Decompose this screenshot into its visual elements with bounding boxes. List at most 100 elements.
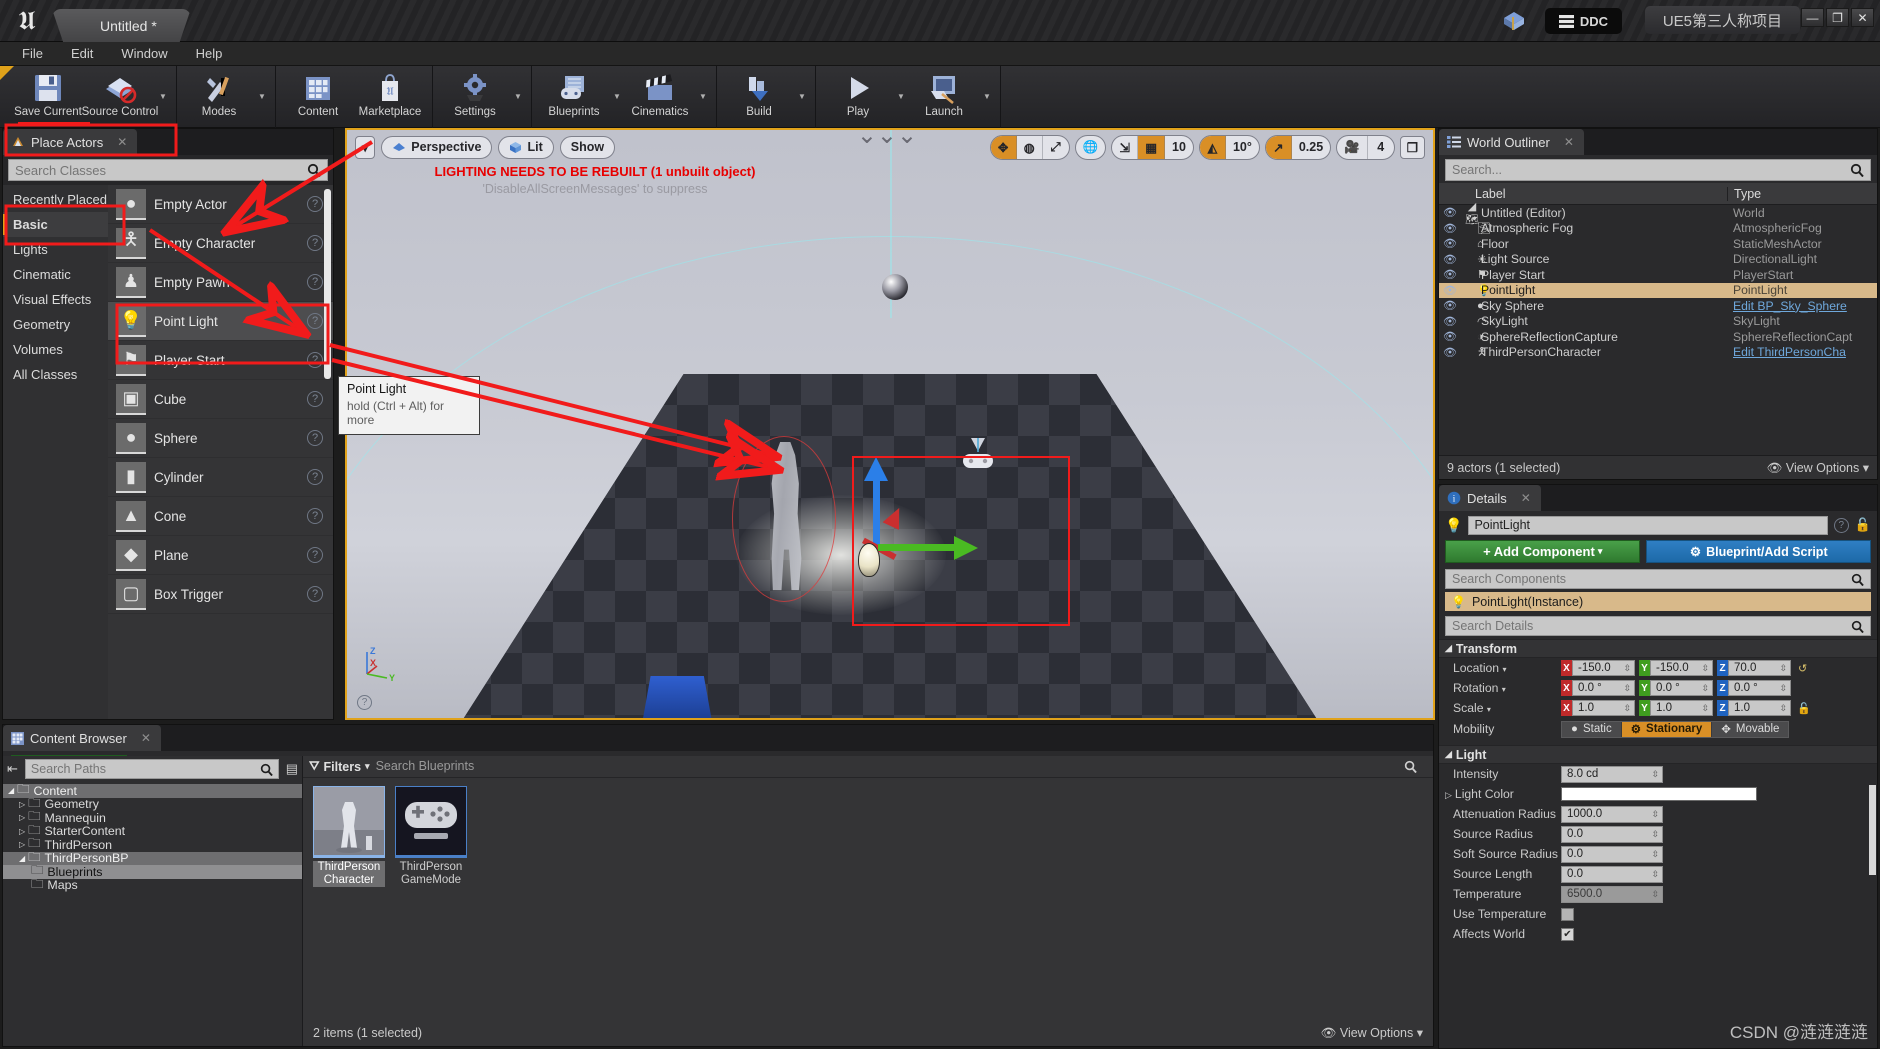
- tree-item-mannequin[interactable]: ▷ 🗀 Mannequin: [3, 809, 302, 825]
- outliner-view-options[interactable]: 👁 View Options ▾: [1766, 460, 1869, 476]
- save-current-button[interactable]: Save Current: [12, 66, 84, 126]
- cinematics-button[interactable]: Cinematics: [624, 66, 696, 126]
- viewport-options-button[interactable]: ▾: [355, 135, 376, 159]
- mobility-stationary-option[interactable]: ⚙ Stationary: [1621, 721, 1713, 737]
- camera-speed-value[interactable]: 4: [1368, 136, 1394, 159]
- tree-item-startercontent[interactable]: ▷ 🗀 StarterContent: [3, 823, 302, 839]
- soft-source-radius-input[interactable]: 0.0 ⇳: [1561, 845, 1663, 863]
- ddc-button[interactable]: DDC: [1544, 8, 1622, 34]
- help-icon[interactable]: ?: [1833, 517, 1849, 533]
- close-icon[interactable]: ✕: [117, 135, 127, 149]
- eye-icon[interactable]: 👁: [1439, 299, 1461, 312]
- outliner-row-floor[interactable]: 👁 ⌂ Floor StaticMeshActor: [1439, 236, 1877, 252]
- eye-icon[interactable]: 👁: [1439, 284, 1461, 297]
- spinner-icon[interactable]: ⇳: [1623, 663, 1631, 674]
- rotation-y-input[interactable]: 0.0 ° ⇳: [1650, 680, 1713, 696]
- maximize-viewport-icon[interactable]: ❐: [1399, 135, 1425, 159]
- help-icon[interactable]: ?: [307, 469, 323, 485]
- tree-options-icon[interactable]: ▤: [286, 761, 298, 777]
- help-icon[interactable]: ?: [307, 235, 323, 251]
- spinner-icon[interactable]: ⇳: [1779, 663, 1787, 674]
- spinner-icon[interactable]: ⇳: [1701, 663, 1709, 674]
- spinner-icon[interactable]: ⇳: [1651, 869, 1659, 880]
- surface-snap-icon[interactable]: ⇲: [1112, 135, 1139, 159]
- rotation-snap-toggle-icon[interactable]: ◭: [1199, 135, 1226, 159]
- tree-item-content[interactable]: ◢ 🗀 Content: [3, 782, 302, 798]
- lock-icon[interactable]: 🔓: [1855, 517, 1871, 533]
- place-actors-scrollbar[interactable]: [324, 189, 331, 379]
- build-button[interactable]: Build: [723, 66, 795, 126]
- location-y-field[interactable]: Y -150.0 ⇳: [1639, 660, 1713, 676]
- list-item[interactable]: ▲ Cone ?: [108, 497, 333, 536]
- temperature-input[interactable]: 6500.0 ⇳: [1561, 885, 1663, 903]
- expand-icon[interactable]: ▷: [19, 840, 25, 849]
- blue-cube-actor[interactable]: [640, 676, 715, 718]
- play-button[interactable]: Play: [822, 66, 894, 126]
- rotation-label[interactable]: Rotation ▾: [1439, 681, 1561, 695]
- outliner-row-fog[interactable]: 👁 🌫 Atmospheric Fog AtmosphericFog: [1439, 221, 1877, 237]
- category-geometry[interactable]: Geometry: [3, 312, 108, 337]
- source-control-button[interactable]: Source Control: [82, 66, 158, 126]
- search-classes-input[interactable]: [15, 162, 307, 178]
- close-button[interactable]: ✕: [1851, 8, 1874, 27]
- scale-y-input[interactable]: 1.0 ⇳: [1650, 700, 1713, 716]
- scale-y-field[interactable]: Y 1.0 ⇳: [1639, 700, 1713, 716]
- spinner-icon[interactable]: ⇳: [1651, 889, 1659, 900]
- rotation-x-input[interactable]: 0.0 ° ⇳: [1572, 680, 1635, 696]
- scale-mode-icon[interactable]: ⤢: [1043, 136, 1069, 159]
- eye-icon[interactable]: 👁: [1439, 206, 1461, 219]
- spinner-icon[interactable]: ⇳: [1701, 703, 1709, 714]
- tree-item-thirdpersonbp[interactable]: ◢ 🗀 ThirdPersonBP: [3, 850, 302, 865]
- add-component-button[interactable]: + Add Component ▾: [1445, 540, 1641, 563]
- spinner-icon[interactable]: ⇳: [1651, 849, 1659, 860]
- viewport-help-icon[interactable]: ?: [357, 695, 372, 710]
- eye-icon[interactable]: 👁: [1439, 253, 1461, 266]
- details-scrollbar[interactable]: [1869, 785, 1876, 875]
- tab-content-browser[interactable]: Content Browser ✕: [3, 725, 161, 751]
- scale-snap-toggle-icon[interactable]: ↗: [1265, 135, 1292, 159]
- outliner-row-skylight[interactable]: 👁 ◠ SkyLight SkyLight: [1439, 314, 1877, 330]
- grid-snap-toggle-icon[interactable]: ▦: [1138, 135, 1166, 159]
- outliner-row-sphere-reflection[interactable]: 👁 ◑ SphereReflectionCapture SphereReflec…: [1439, 329, 1877, 345]
- location-z-field[interactable]: Z 70.0 ⇳: [1717, 660, 1791, 676]
- tab-world-outliner[interactable]: World Outliner ✕: [1439, 129, 1584, 155]
- outliner-search[interactable]: [1445, 159, 1871, 181]
- row-type-link[interactable]: Edit ThirdPersonCha: [1727, 345, 1877, 359]
- category-lights[interactable]: Lights: [3, 237, 108, 262]
- lit-button[interactable]: Lit: [498, 135, 554, 159]
- close-icon[interactable]: ✕: [1564, 135, 1574, 149]
- intensity-input[interactable]: 8.0 cd ⇳: [1561, 765, 1663, 783]
- place-actors-search[interactable]: [8, 159, 328, 181]
- help-icon[interactable]: ?: [307, 391, 323, 407]
- eye-icon[interactable]: 👁: [1439, 315, 1461, 328]
- scale-x-input[interactable]: 1.0 ⇳: [1572, 700, 1635, 716]
- help-icon[interactable]: ?: [307, 313, 323, 329]
- blueprints-button[interactable]: Blueprints: [538, 66, 610, 126]
- list-item[interactable]: 🯅 Empty Character ?: [108, 224, 333, 263]
- spinner-icon[interactable]: ⇳: [1651, 769, 1659, 780]
- list-item[interactable]: ▢ Box Trigger ?: [108, 575, 333, 614]
- search-details[interactable]: [1445, 616, 1871, 636]
- launch-button[interactable]: Launch: [908, 66, 980, 126]
- minimize-button[interactable]: —: [1801, 8, 1824, 27]
- outliner-row-sky-sphere[interactable]: 👁 ● Sky Sphere Edit BP_Sky_Sphere: [1439, 298, 1877, 314]
- document-tab[interactable]: Untitled *: [52, 9, 191, 42]
- close-icon[interactable]: ✕: [1521, 491, 1531, 505]
- expand-icon[interactable]: ◢: [19, 854, 25, 863]
- modes-button[interactable]: Modes: [183, 66, 255, 126]
- category-cinematic[interactable]: Cinematic: [3, 262, 108, 287]
- outliner-row-world[interactable]: 👁 ◢🗺 Untitled (Editor) World: [1439, 201, 1877, 226]
- list-item[interactable]: ⚑ Player Start ?: [108, 341, 333, 380]
- outliner-row-third-person-character[interactable]: 👁 🯅 ThirdPersonCharacter Edit ThirdPerso…: [1439, 345, 1877, 361]
- list-item[interactable]: ▮ Cylinder ?: [108, 458, 333, 497]
- settings-button[interactable]: Settings: [439, 66, 511, 126]
- show-button[interactable]: Show: [559, 135, 616, 159]
- tab-place-actors[interactable]: Place Actors ✕: [3, 129, 138, 155]
- search-icon[interactable]: [1404, 760, 1417, 773]
- search-components[interactable]: [1445, 569, 1871, 589]
- modes-dropdown-icon[interactable]: ▼: [255, 66, 269, 126]
- collapse-tree-icon[interactable]: ⇤: [7, 761, 18, 777]
- category-all-classes[interactable]: All Classes: [3, 362, 108, 387]
- search-components-input[interactable]: [1452, 572, 1851, 586]
- eye-icon[interactable]: 👁: [1439, 330, 1461, 343]
